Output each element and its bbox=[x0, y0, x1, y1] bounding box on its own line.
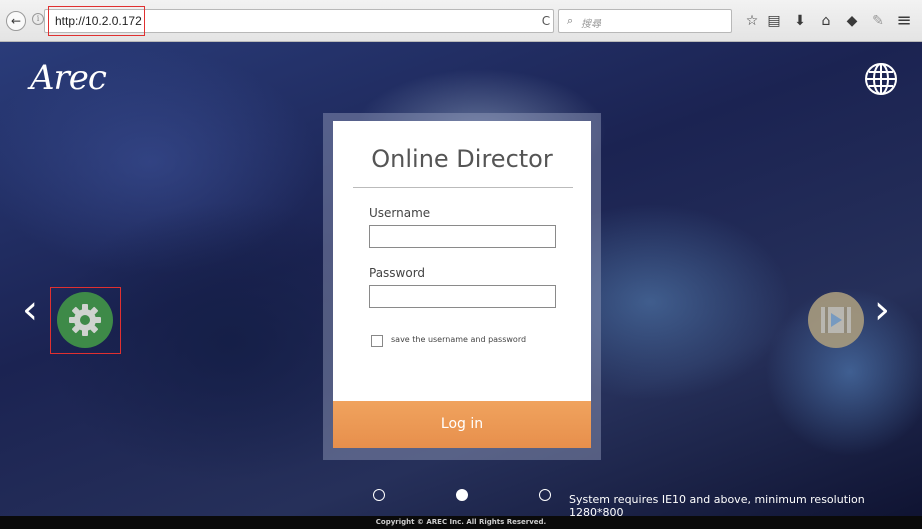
username-label: Username bbox=[369, 206, 431, 220]
download-icon[interactable]: ⬇ bbox=[792, 12, 808, 30]
info-icon[interactable]: i bbox=[32, 13, 44, 25]
bookmark-star-icon[interactable]: ☆ bbox=[744, 12, 760, 30]
search-placeholder: 搜尋 bbox=[581, 19, 601, 30]
film-video-icon bbox=[821, 307, 851, 333]
login-button[interactable]: Log in bbox=[333, 401, 591, 448]
title-divider bbox=[353, 187, 573, 188]
password-field[interactable] bbox=[369, 285, 556, 308]
carousel-dot-3[interactable] bbox=[539, 489, 551, 501]
page-content: Arec ‹ › Online Director Username Passwo… bbox=[0, 42, 922, 529]
card-title: Online Director bbox=[371, 145, 553, 173]
pocket-icon[interactable]: ◆ bbox=[844, 12, 860, 30]
username-field[interactable] bbox=[369, 225, 556, 248]
gear-icon bbox=[69, 304, 101, 336]
remember-checkbox[interactable] bbox=[371, 335, 383, 347]
carousel-prev-arrow[interactable]: ‹ bbox=[22, 290, 38, 330]
reading-list-icon[interactable]: ▤ bbox=[766, 12, 782, 30]
globe-icon[interactable] bbox=[864, 62, 898, 96]
reload-icon[interactable]: C bbox=[538, 9, 554, 33]
carousel-dot-1[interactable] bbox=[373, 489, 385, 501]
remember-label[interactable]: save the username and password bbox=[391, 335, 526, 344]
settings-highlight-box[interactable] bbox=[50, 287, 121, 354]
browser-toolbar: ← i http://10.2.0.172 C ⌕ 搜尋 ☆ ▤ ⬇ ⌂ ◆ ✎… bbox=[0, 0, 922, 42]
copyright-footer: Copyright © AREC Inc. All Rights Reserve… bbox=[0, 516, 922, 529]
settings-button[interactable] bbox=[57, 292, 113, 348]
password-label: Password bbox=[369, 266, 426, 280]
arec-logo: Arec bbox=[30, 58, 107, 98]
login-card: Online Director Username Password save t… bbox=[333, 121, 591, 448]
carousel-dot-2[interactable] bbox=[456, 489, 468, 501]
video-button[interactable] bbox=[808, 292, 864, 348]
url-bar[interactable]: http://10.2.0.172 bbox=[44, 6, 554, 36]
home-icon[interactable]: ⌂ bbox=[818, 12, 834, 30]
menu-icon[interactable]: ≡ bbox=[896, 12, 912, 30]
carousel-next-arrow[interactable]: › bbox=[874, 290, 890, 330]
url-text[interactable]: http://10.2.0.172 bbox=[55, 14, 142, 28]
extension-icon[interactable]: ✎ bbox=[870, 12, 886, 30]
back-icon[interactable]: ← bbox=[6, 11, 26, 31]
login-card-frame: Online Director Username Password save t… bbox=[323, 113, 601, 460]
search-icon: ⌕ bbox=[567, 14, 574, 27]
search-input[interactable]: ⌕ 搜尋 bbox=[558, 9, 732, 33]
